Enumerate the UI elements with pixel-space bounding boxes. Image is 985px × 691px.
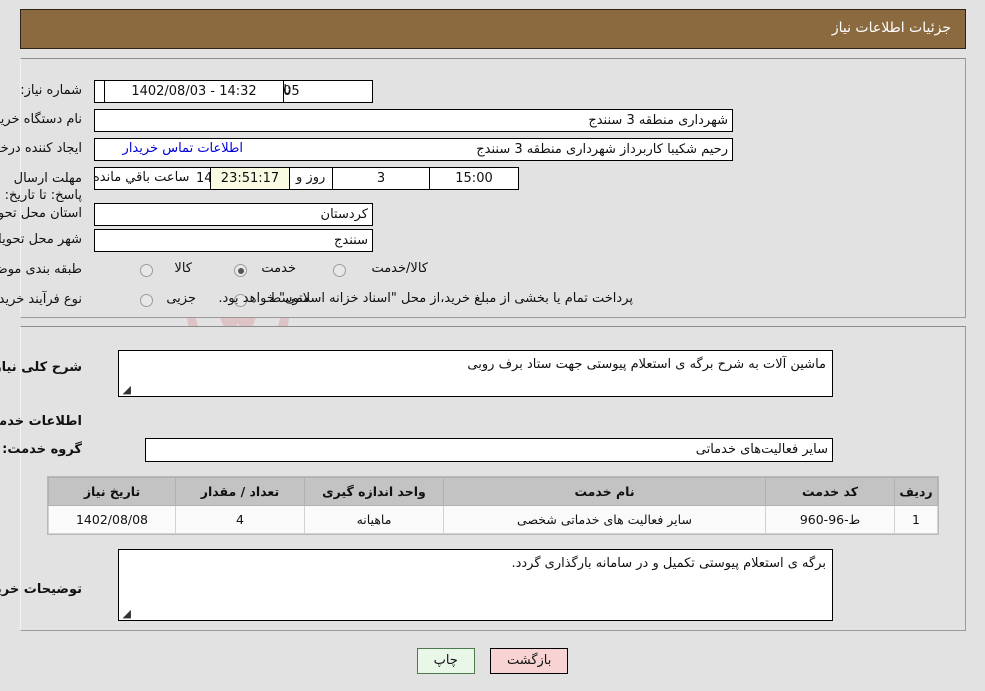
radio-category-kala-khedmat[interactable] (333, 264, 346, 277)
services-table: ردیف کد خدمت نام خدمت واحد اندازه گیری ت… (48, 477, 938, 534)
col-radif: ردیف (894, 477, 938, 506)
cell-code: ط-96-960 (765, 505, 895, 534)
deadline-label: مهلت ارسال پاسخ: تا تاریخ: (4, 171, 82, 203)
countdown-clock-value: 23:51:17 (210, 167, 290, 190)
col-code: کد خدمت (765, 477, 895, 506)
buyer-notes-textarea[interactable]: برگه ی استعلام پیوستی تکمیل و در سامانه … (118, 549, 833, 621)
buyer-org-value: شهرداری منطقه 3 سنندج (94, 109, 733, 132)
col-qty: تعداد / مقدار (175, 477, 305, 506)
deadline-time-value: 15:00 (429, 167, 519, 190)
service-group-value: سایر فعالیت‌های خدماتی (145, 438, 833, 462)
radio-purchase-jozyi[interactable] (140, 294, 153, 307)
radio-category-kala-khedmat-label: کالا/خدمت (371, 261, 428, 276)
city-label: شهر محل تحویل: (0, 232, 82, 247)
general-desc-label: شرح کلی نیاز: (0, 360, 82, 375)
radio-category-khedmat[interactable] (234, 264, 247, 277)
cell-name: سایر فعالیت های خدماتی شخصی (443, 505, 766, 534)
resize-grip-icon[interactable]: ◢ (121, 384, 131, 395)
requester-label: ایجاد کننده درخواست: (0, 141, 82, 156)
countdown-suffix-label: ساعت باقي مانده (93, 170, 190, 185)
radio-category-khedmat-label: خدمت (261, 261, 296, 276)
services-section-title: اطلاعات خدمات مورد نیاز (0, 414, 82, 429)
need-number-label: شماره نیاز: (20, 83, 82, 98)
cell-radif: 1 (894, 505, 938, 534)
radio-purchase-jozyi-label: جزیی (166, 291, 196, 306)
page-header-bar: جزئیات اطلاعات نیاز (20, 9, 966, 49)
province-value: کردستان (94, 203, 373, 226)
table-header-row: ردیف کد خدمت نام خدمت واحد اندازه گیری ت… (48, 477, 938, 506)
purchase-type-note: پرداخت تمام یا بخشی از مبلغ خرید،از محل … (218, 291, 633, 306)
category-label: طبقه بندی موضوعی: (0, 262, 82, 277)
province-label: استان محل تحویل: (0, 206, 82, 221)
col-date: تاریخ نیاز (48, 477, 176, 506)
buyer-contact-link[interactable]: اطلاعات تماس خریدار (123, 141, 243, 156)
page-title: جزئیات اطلاعات نیاز (831, 20, 951, 36)
cell-qty: 4 (175, 505, 305, 534)
general-desc-textarea[interactable]: ماشین آلات به شرح برگه ی استعلام پیوستی … (118, 350, 833, 397)
buyer-org-label: نام دستگاه خریدار: (0, 112, 82, 127)
countdown-days-label: روز و (296, 170, 326, 185)
purchase-type-label: نوع فرآیند خرید : (0, 292, 82, 307)
footer-button-row: بازگشت چاپ (0, 648, 985, 674)
col-name: نام خدمت (443, 477, 766, 506)
cell-date: 1402/08/08 (48, 505, 176, 534)
buyer-notes-value: برگه ی استعلام پیوستی تکمیل و در سامانه … (511, 556, 826, 571)
general-desc-value: ماشین آلات به شرح برگه ی استعلام پیوستی … (467, 357, 826, 372)
col-unit: واحد اندازه گیری (304, 477, 444, 506)
radio-category-kala[interactable] (140, 264, 153, 277)
page-root: ArtaTender.net جزئیات اطلاعات نیاز شماره… (0, 0, 985, 691)
service-group-label: گروه خدمت: (2, 442, 82, 457)
buyer-notes-label: توضیحات خریدار: (0, 582, 82, 597)
print-button[interactable]: چاپ (416, 648, 475, 674)
radio-category-kala-label: کالا (174, 261, 192, 276)
city-value: سنندج (94, 229, 373, 252)
announce-datetime-value: 14:32 - 1402/08/03 (104, 80, 284, 103)
cell-unit: ماهیانه (304, 505, 444, 534)
back-button[interactable]: بازگشت (489, 648, 569, 674)
countdown-days-value: 3 (332, 167, 430, 190)
resize-grip-icon-2[interactable]: ◢ (121, 608, 131, 619)
table-row: 1 ط-96-960 سایر فعالیت های خدماتی شخصی م… (48, 505, 938, 534)
